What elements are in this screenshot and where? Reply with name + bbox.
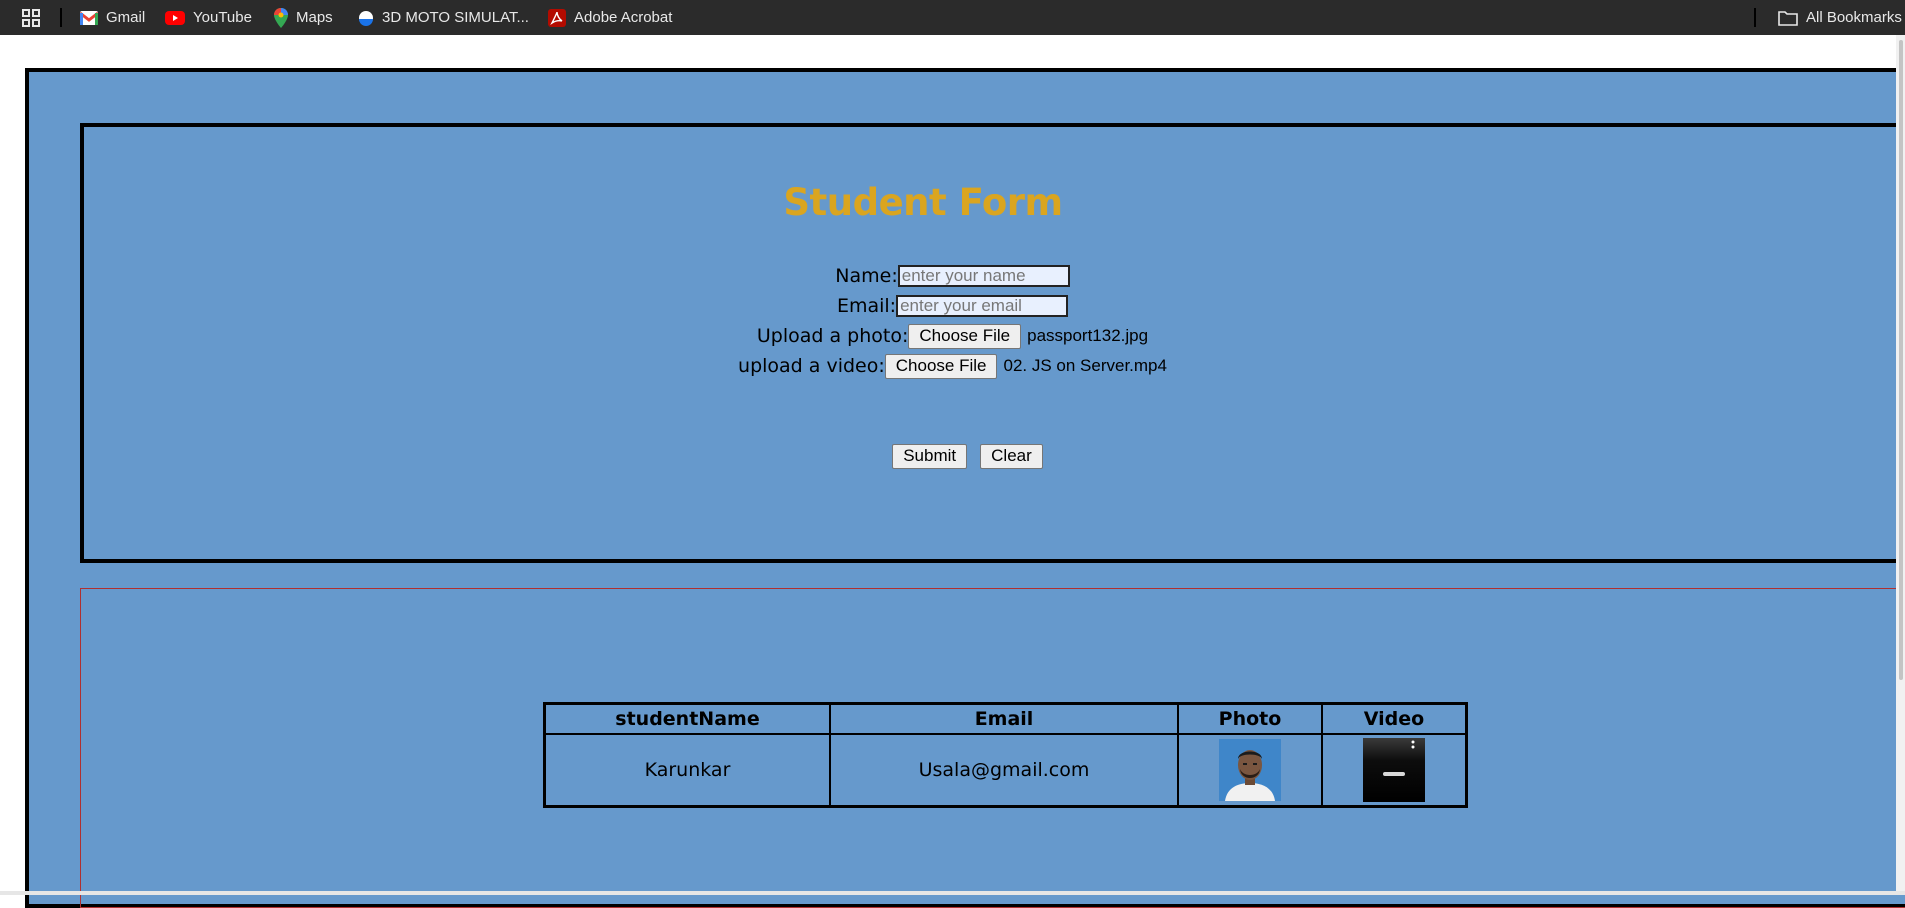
- bookmark-youtube[interactable]: YouTube: [165, 0, 252, 35]
- photo-upload-label: Upload a photo:: [756, 325, 909, 347]
- video-upload-row: upload a video: Choose File 02. JS on Se…: [0, 353, 1905, 379]
- bookmark-label: YouTube: [193, 9, 252, 26]
- gmail-icon: [80, 10, 98, 25]
- clear-button[interactable]: Clear: [980, 443, 1043, 469]
- email-input[interactable]: [896, 295, 1069, 317]
- bookmark-maps[interactable]: Maps: [274, 0, 333, 35]
- name-label: Name:: [835, 265, 898, 287]
- all-bookmarks-button[interactable]: All Bookmarks: [1778, 0, 1902, 35]
- bar-separator: [60, 8, 62, 27]
- submit-button[interactable]: Submit: [892, 443, 968, 469]
- bookmark-label: Gmail: [106, 9, 146, 26]
- student-video-cell: [1321, 733, 1468, 808]
- student-photo-cell: [1177, 733, 1323, 808]
- acrobat-icon: [548, 8, 566, 27]
- video-upload-label: upload a video:: [738, 355, 885, 377]
- form-title: Student Form: [783, 181, 1063, 224]
- bookmark-gmail[interactable]: Gmail: [80, 0, 145, 35]
- email-row: Email:: [0, 293, 1905, 319]
- bookmark-label: Maps: [296, 9, 333, 26]
- photo-choose-file-button[interactable]: Choose File: [908, 323, 1022, 349]
- photo-file-name: passport132.jpg: [1027, 326, 1149, 345]
- bookmark-adobe-acrobat[interactable]: Adobe Acrobat: [548, 0, 672, 35]
- table-header-row: studentName Email Photo Video: [543, 702, 1468, 735]
- video-player[interactable]: [1363, 738, 1425, 802]
- horizontal-scrollbar[interactable]: [0, 891, 1905, 895]
- table-row: Karunkar Usala@gmail.com: [543, 733, 1468, 808]
- email-label: Email:: [836, 295, 897, 317]
- bar-separator: [1754, 8, 1756, 27]
- column-header-photo: Photo: [1177, 702, 1323, 735]
- bookmark-label: 3D MOTO SIMULAT...: [382, 9, 529, 26]
- student-name-cell: Karunkar: [543, 733, 831, 808]
- moto-icon: [359, 10, 373, 26]
- apps-grid-icon[interactable]: [22, 9, 40, 27]
- bookmark-label: Adobe Acrobat: [574, 9, 673, 26]
- column-header-video: Video: [1321, 702, 1468, 735]
- all-bookmarks-label: All Bookmarks: [1806, 9, 1902, 26]
- video-file-name: 02. JS on Server.mp4: [1003, 356, 1167, 375]
- youtube-icon: [165, 10, 185, 25]
- column-header-studentname: studentName: [543, 702, 831, 735]
- column-header-email: Email: [829, 702, 1179, 735]
- name-row: Name:: [0, 263, 1905, 289]
- name-input[interactable]: [897, 265, 1070, 287]
- form-actions: Submit Clear: [15, 443, 1905, 469]
- bookmarks-bar: Gmail YouTube Maps 3D MOTO SIMULAT... Ad…: [0, 0, 1905, 35]
- scrollbar-thumb[interactable]: [1899, 40, 1903, 680]
- students-table: studentName Email Photo Video Karunkar U…: [543, 702, 1468, 808]
- student-email-cell: Usala@gmail.com: [829, 733, 1179, 808]
- folder-icon: [1778, 10, 1798, 26]
- video-choose-file-button[interactable]: Choose File: [884, 353, 998, 379]
- student-photo: [1219, 739, 1281, 801]
- bookmark-3d-moto[interactable]: 3D MOTO SIMULAT...: [358, 0, 529, 35]
- photo-upload-row: Upload a photo: Choose File passport132.…: [0, 323, 1905, 349]
- maps-icon: [274, 7, 288, 28]
